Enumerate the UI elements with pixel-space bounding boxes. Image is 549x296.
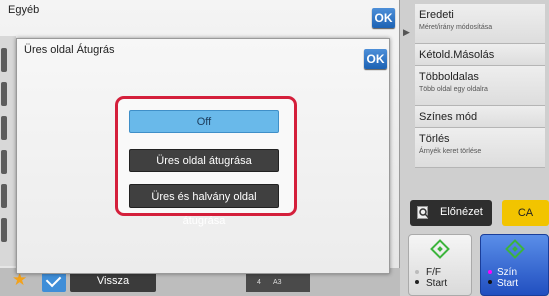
sidebar-item-subtitle: Méret/irány módosítása [419, 24, 493, 31]
sidebar-pointer-icon: ▶ [403, 27, 410, 37]
indicator-dot [488, 270, 492, 274]
tab-marker[interactable] [1, 116, 7, 140]
color-start-line2: Start [497, 278, 519, 289]
tab-marker[interactable] [1, 48, 7, 72]
sidebar-item-subtitle: Több oldal egy oldalra [419, 86, 488, 93]
indicator-dot [415, 280, 419, 284]
preview-button[interactable]: Előnézet [410, 200, 492, 226]
magnifier-icon [417, 206, 430, 219]
bw-start-button[interactable]: F/F Start [408, 234, 472, 296]
sidebar-item-title: Törlés [419, 133, 450, 145]
color-start-line1: Szín [497, 267, 518, 278]
checkmark-icon [45, 271, 62, 288]
sidebar-item-title: Eredeti [419, 9, 454, 21]
start-icon [430, 239, 450, 259]
indicator-dot [415, 270, 419, 274]
tab-marker[interactable] [1, 150, 7, 174]
option-off[interactable]: Off [129, 110, 279, 133]
dialog-title: Üres oldal Átugrás [24, 44, 115, 56]
dialog-ok-button[interactable]: OK [364, 49, 387, 69]
tray-row: 4 A3 [246, 279, 310, 291]
sidebar-item-original[interactable]: Eredeti Méret/irány módosítása [415, 4, 545, 44]
outer-ok-button[interactable]: OK [372, 8, 395, 28]
tray-number: 4 [257, 279, 261, 286]
tray-paper-size: A3 [273, 279, 282, 286]
sidebar-item-color-mode[interactable]: Színes mód [415, 106, 545, 128]
indicator-dot [488, 280, 492, 284]
tab-marker[interactable] [1, 82, 7, 106]
left-tab-strip [0, 36, 16, 266]
sidebar-item-erase[interactable]: Törlés Árnyék keret törlése [415, 128, 545, 168]
tab-marker[interactable] [1, 184, 7, 208]
preview-label: Előnézet [440, 206, 483, 218]
sidebar-item-duplex-copy[interactable]: Kétold.Másolás [415, 44, 545, 66]
bw-start-line1: F/F [426, 267, 441, 278]
start-icon [504, 239, 525, 259]
outer-dialog-title: Egyéb [8, 4, 40, 16]
sidebar-item-multi-page[interactable]: Többoldalas Több oldal egy oldalra [415, 66, 545, 106]
color-start-button[interactable]: Szín Start [480, 234, 549, 296]
clear-all-button[interactable]: CA [502, 200, 549, 226]
sidebar-item-title: Színes mód [419, 111, 478, 123]
sidebar-item-title: Többoldalas [419, 71, 479, 83]
option-skip-blank-and-faint-page[interactable]: Üres és halvány oldal átugrása [129, 184, 279, 227]
option-skip-blank-page[interactable]: Üres oldal átugrása [129, 149, 279, 172]
sidebar-item-subtitle: Árnyék keret törlése [419, 148, 482, 155]
sidebar-item-title: Kétold.Másolás [419, 49, 495, 61]
bw-start-line2: Start [426, 278, 448, 289]
tab-marker[interactable] [1, 218, 7, 242]
